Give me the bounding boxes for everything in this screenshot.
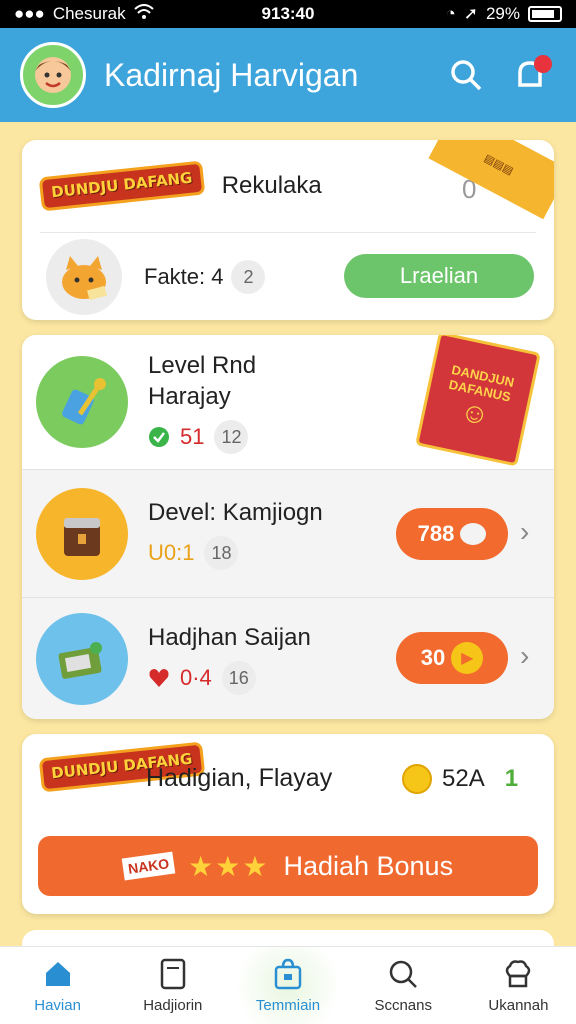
bonus-label: Hadiah Bonus (283, 850, 454, 881)
coin-value: 52A (442, 765, 485, 792)
nav-item-home[interactable]: Havian (0, 947, 115, 1024)
nav-label: Hadjiorin (143, 997, 203, 1014)
play-coin-icon: ▶ (451, 642, 484, 674)
coin-icon (402, 764, 432, 794)
bonus-card-title: Hadigian, Flayay (146, 764, 333, 792)
app-title: Kadirnaj Harvigan (104, 56, 359, 93)
app-header: Kadirnaj Harvigan (0, 28, 576, 122)
chef-hat-icon (501, 957, 535, 991)
list-item-subtitle: Harajay (148, 383, 231, 410)
list-item-meta: 0·4 16 (148, 661, 311, 696)
game-logo: DUNDJU DAFANG (38, 160, 206, 212)
list-item-chip: 16 (221, 661, 256, 696)
location-icon: ➚ (463, 4, 478, 23)
list-item-chip: 12 (214, 420, 249, 455)
bag-icon (271, 957, 305, 991)
item-image (36, 612, 128, 705)
item-price-button[interactable]: 30 ▶ (396, 632, 508, 684)
bonus-tag: NAKO (121, 851, 176, 881)
featured-stat-chip: 2 (231, 260, 266, 294)
avatar[interactable] (20, 42, 86, 108)
list-item-value: 0·4 (180, 665, 212, 691)
list-item[interactable]: Level Rnd Harajay 51 12 DANDJUN DAFANUS … (22, 335, 554, 469)
bonus-button[interactable]: NAKO ★★★ Hadiah Bonus (38, 836, 538, 896)
character-face-icon: ☺ (457, 395, 493, 432)
alarm-icon: ◔ (445, 4, 456, 23)
list-item-title: Level Rnd (148, 351, 257, 379)
nav-label: Sccnans (374, 997, 432, 1014)
status-left: ●●● Chesurak (14, 3, 154, 25)
search-icon (386, 957, 420, 991)
cat-character-image (46, 239, 122, 315)
list-item-title: Devel: Kamjiogn (148, 498, 323, 526)
featured-stat-label: Fakte: 4 (144, 264, 224, 289)
featured-title: Rekulaka (221, 172, 322, 199)
nav-label: Temmiain (255, 997, 321, 1014)
bottom-nav: Havian Hadjiorin Temmiain Sccnans Ukanna… (0, 946, 576, 1024)
list-item-meta: U0:1 18 (148, 536, 323, 571)
nav-item-profile[interactable]: Ukannah (461, 947, 576, 1024)
list-item-chip: 18 (204, 536, 239, 571)
bonus-card-stats: 52A 1 (402, 764, 518, 794)
list-item-value: 51 (180, 424, 205, 450)
nav-item-documents[interactable]: Hadjiorin (115, 947, 230, 1024)
status-bar: ●●● Chesurak 913:40 ◔ ➚ 29% (0, 0, 576, 28)
list-item-title: Hadjhan Saijan (148, 623, 311, 651)
cash-stack-icon (58, 641, 102, 679)
snack-pack-image: DANDJUN DAFANUS ☺ (415, 335, 541, 467)
item-image (36, 487, 128, 580)
chevron-right-icon[interactable]: › (520, 516, 529, 548)
gem-icon (460, 523, 487, 545)
featured-stat: Fakte: 4 2 (144, 260, 266, 294)
featured-card[interactable]: DUNDJU DAFANG Rekulaka 0 ▤▤▤ Fakte: 4 2 … (22, 140, 554, 320)
list-item-text: Hadjhan Saijan 0·4 16 (148, 622, 311, 696)
featured-action-button[interactable]: Lraelian (344, 254, 534, 298)
cat-icon (62, 256, 107, 301)
search-button[interactable] (440, 49, 492, 101)
item-price-button[interactable]: 788 (396, 508, 508, 560)
check-shield-icon (149, 427, 169, 448)
tool-icon (62, 378, 106, 425)
home-icon (41, 957, 75, 991)
item-image (36, 356, 128, 448)
wifi-icon (133, 3, 154, 25)
carrier-label: Chesurak (52, 4, 126, 23)
item-price-value: 30 (420, 645, 446, 670)
document-icon (156, 957, 190, 991)
battery-percent: 29% (485, 4, 520, 23)
extra-value: 1 (504, 765, 519, 792)
notification-button[interactable] (504, 49, 556, 101)
list-item-text: Level Rnd Harajay 51 12 (148, 350, 257, 455)
treasure-box-icon (64, 517, 100, 556)
divider (40, 232, 536, 233)
bonus-card: DUNDJU DAFANG Hadigian, Flayay 52A 1 NAK… (22, 734, 554, 914)
nav-label: Havian (34, 997, 81, 1014)
signal-icon: ●●● (14, 4, 45, 23)
stars-icon: ★★★ (188, 850, 270, 882)
nav-item-shop[interactable]: Temmiain (230, 947, 346, 1024)
item-price-value: 788 (417, 521, 455, 546)
list-item-text: Devel: Kamjiogn U0:1 18 (148, 497, 323, 571)
battery-icon (528, 6, 562, 22)
status-right: ◔ ➚ 29% (445, 4, 562, 24)
chevron-right-icon[interactable]: › (520, 640, 529, 672)
heart-icon (149, 669, 169, 688)
list-item-value: U0:1 (148, 540, 195, 566)
list-item[interactable]: Hadjhan Saijan 0·4 16 30 ▶ › (22, 597, 554, 719)
search-icon (451, 60, 482, 91)
notification-dot (534, 55, 552, 73)
kid-face-icon (35, 57, 71, 93)
list-item-meta: 51 12 (148, 420, 256, 455)
list-item[interactable]: Devel: Kamjiogn U0:1 18 788 › (22, 469, 554, 597)
nav-item-search[interactable]: Sccnans (346, 947, 461, 1024)
nav-label: Ukannah (488, 997, 549, 1014)
level-list-card: Level Rnd Harajay 51 12 DANDJUN DAFANUS … (22, 335, 554, 719)
